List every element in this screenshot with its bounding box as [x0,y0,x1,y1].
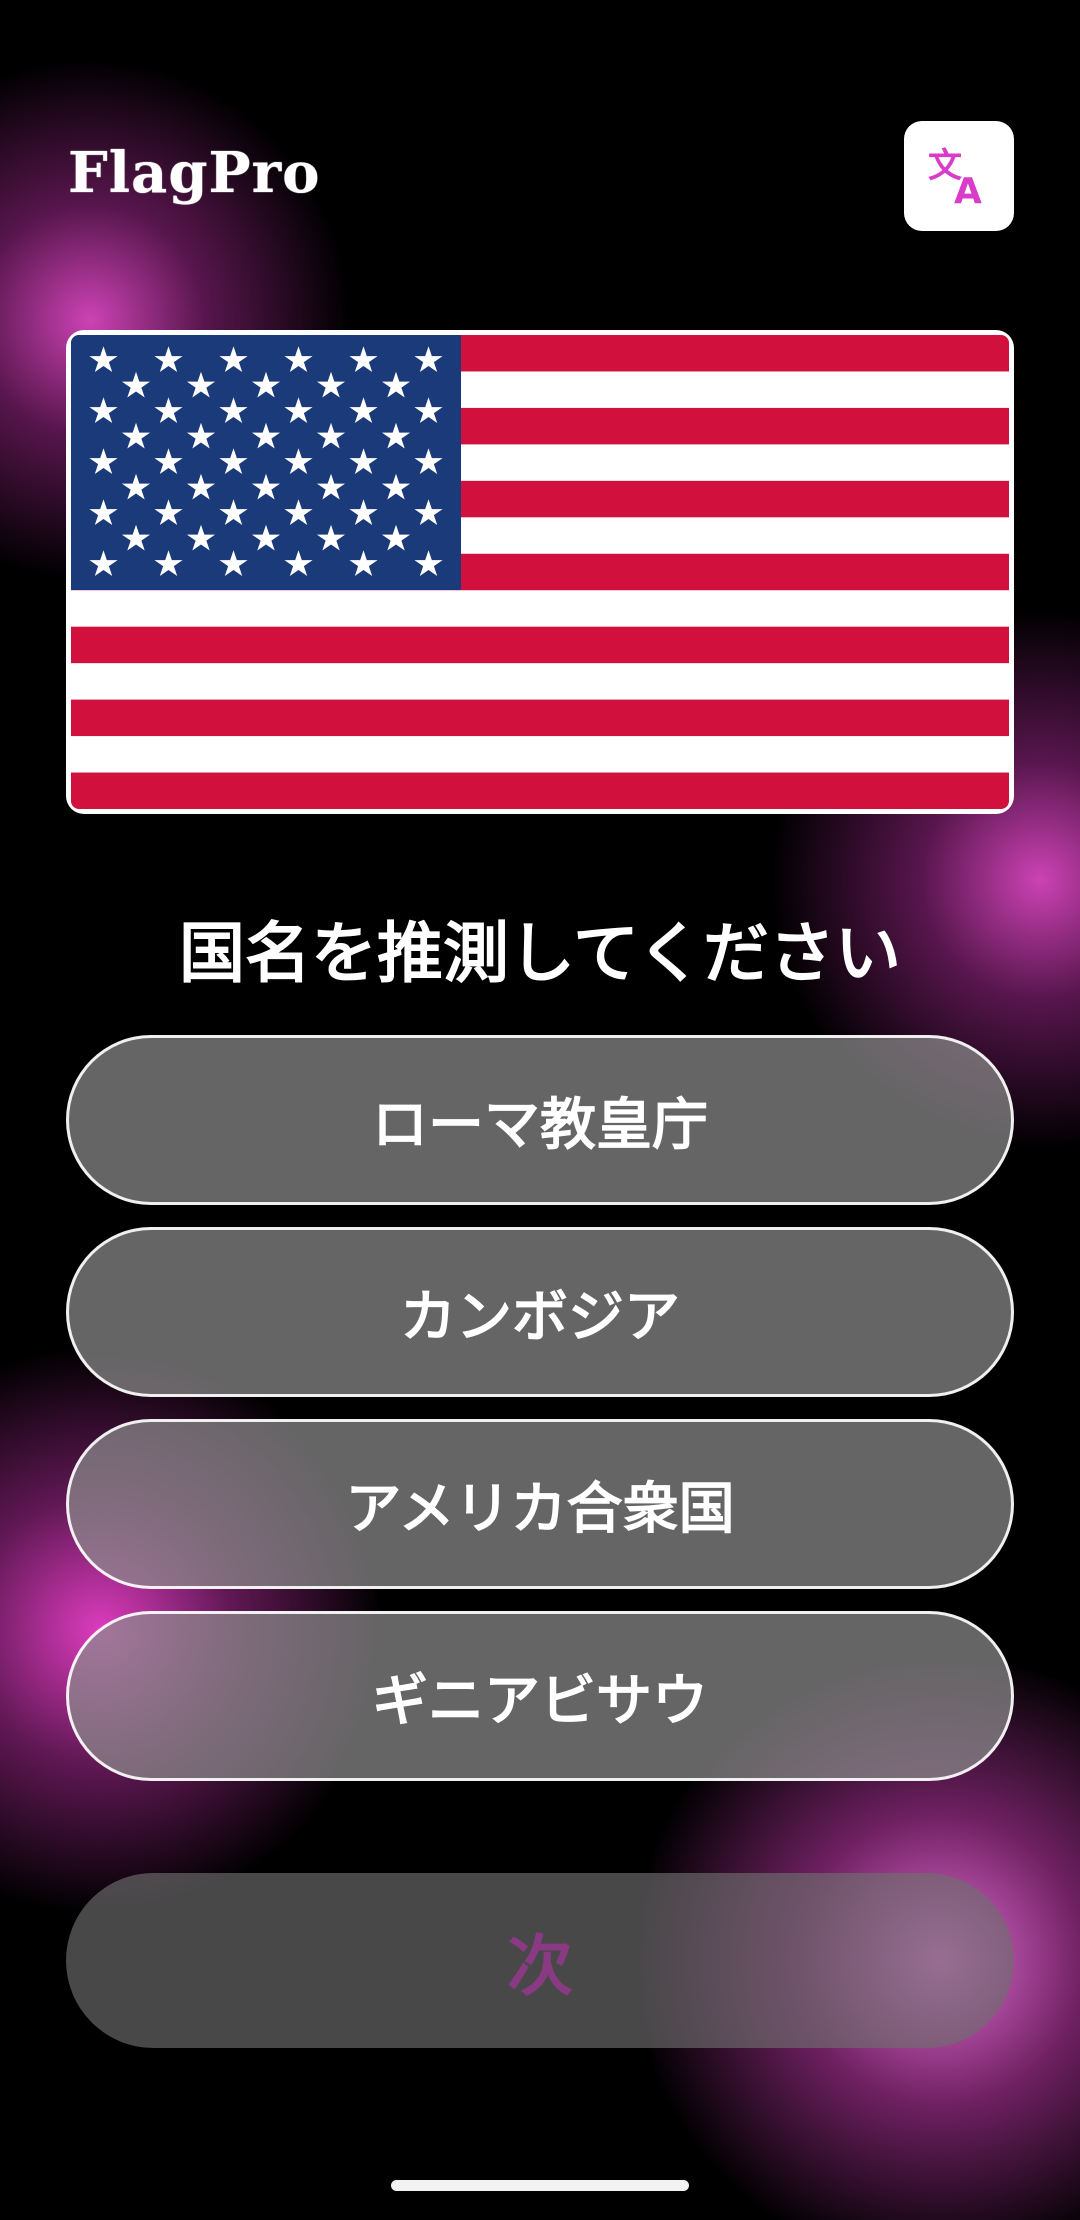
flag-stripe [71,772,1009,809]
answer-option-2[interactable]: カンボジア [66,1227,1014,1397]
translate-icon: 文 A [928,146,982,211]
language-button[interactable]: 文 A [904,121,1014,231]
flag-card [66,330,1014,814]
us-flag-image [71,335,1009,809]
flag-stripe [71,699,1009,737]
app-logo: FlagPro [68,140,321,206]
flag-stripe [71,626,1009,664]
answer-option-3[interactable]: アメリカ合衆国 [66,1419,1014,1589]
answer-option-4[interactable]: ギニアビサウ [66,1611,1014,1781]
quiz-screen: FlagPro 文 A 国名を推測してください ローマ教皇庁 カンボジア アメリ… [0,0,1080,2220]
answer-options: ローマ教皇庁 カンボジア アメリカ合衆国 ギニアビサウ [66,1035,1014,1803]
answer-option-1[interactable]: ローマ教皇庁 [66,1035,1014,1205]
home-indicator[interactable] [391,2180,689,2191]
next-button[interactable]: 次 [66,1873,1014,2048]
svg-text:A: A [954,171,982,211]
question-text: 国名を推測してください [178,915,902,992]
